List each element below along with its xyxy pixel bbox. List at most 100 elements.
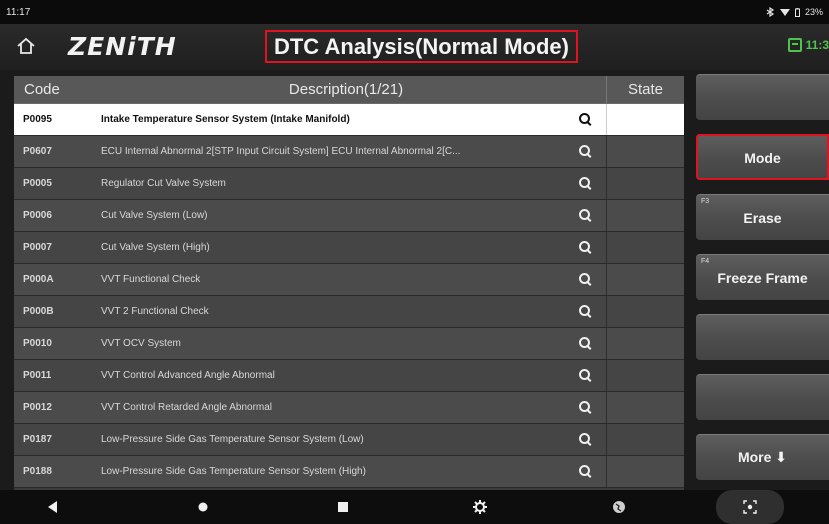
dtc-code: P0005 (23, 178, 52, 189)
table-row[interactable]: P0187 Low-Pressure Side Gas Temperature … (14, 424, 684, 456)
function-panel: Mode F3 Erase F4 Freeze Frame More ⬇ (696, 70, 829, 490)
dtc-state (606, 168, 684, 199)
recents-button[interactable] (328, 490, 358, 524)
freeze-frame-label: Freeze Frame (717, 269, 808, 286)
battery-icon (794, 7, 800, 17)
dtc-code: P0010 (23, 338, 52, 349)
dtc-description: VVT Functional Check (101, 274, 201, 285)
dtc-code: P0187 (23, 434, 52, 445)
table-row[interactable]: P000B VVT 2 Functional Check (14, 296, 684, 328)
page-title-box: DTC Analysis(Normal Mode) (265, 30, 578, 63)
dtc-code: P0006 (23, 210, 52, 221)
dtc-description: VVT OCV System (101, 338, 181, 349)
bluetooth-icon (766, 7, 775, 17)
mode-label: Mode (744, 149, 781, 166)
function-button-empty-1[interactable] (696, 74, 829, 120)
dtc-description: Low-Pressure Side Gas Temperature Sensor… (101, 434, 364, 445)
f3-key-label: F3 (701, 198, 710, 205)
dtc-code: P0011 (23, 370, 52, 381)
function-button-empty-3[interactable] (696, 374, 829, 420)
search-button[interactable] (564, 264, 606, 295)
app-header: ZENiTH DTC Analysis(Normal Mode) 11:3 (0, 24, 829, 70)
table-header: Code Description(1/21) State (14, 76, 684, 104)
table-row[interactable]: P0011 VVT Control Advanced Angle Abnorma… (14, 360, 684, 392)
dtc-description: VVT 2 Functional Check (101, 306, 209, 317)
dtc-state (606, 264, 684, 295)
table-row[interactable]: P000A VVT Functional Check (14, 264, 684, 296)
search-icon (578, 465, 592, 478)
dtc-description: Cut Valve System (High) (101, 242, 210, 253)
search-button[interactable] (564, 232, 606, 263)
mode-button[interactable]: Mode (696, 134, 829, 180)
search-button[interactable] (564, 168, 606, 199)
dtc-state (606, 104, 684, 135)
search-button[interactable] (564, 328, 606, 359)
dtc-description: Regulator Cut Valve System (101, 178, 226, 189)
wifi-icon (779, 8, 790, 16)
dtc-code: P0095 (23, 114, 52, 125)
search-button[interactable] (564, 136, 606, 167)
dtc-description: Low-Pressure Side Gas Temperature Sensor… (101, 466, 366, 477)
status-time: 11:17 (6, 6, 31, 18)
home-nav-button[interactable] (188, 490, 218, 524)
dtc-description: VVT Control Advanced Angle Abnormal (101, 370, 275, 381)
table-row[interactable]: P0012 VVT Control Retarded Angle Abnorma… (14, 392, 684, 424)
dtc-state (606, 136, 684, 167)
dtc-code: P0188 (23, 466, 52, 477)
status-icons: 23% (766, 7, 823, 17)
table-row[interactable]: P0006 Cut Valve System (Low) (14, 200, 684, 232)
search-icon (578, 241, 592, 254)
table-row[interactable]: P0188 Low-Pressure Side Gas Temperature … (14, 456, 684, 488)
search-button[interactable] (564, 200, 606, 231)
dtc-state (606, 360, 684, 391)
dtc-state (606, 328, 684, 359)
dtc-code: P0007 (23, 242, 52, 253)
search-icon (578, 337, 592, 350)
search-button[interactable] (564, 392, 606, 423)
search-button[interactable] (564, 104, 606, 135)
search-icon (578, 433, 592, 446)
f4-key-label: F4 (701, 258, 710, 265)
col-header-description: Description(1/21) (288, 81, 404, 98)
dtc-state (606, 296, 684, 327)
search-icon (578, 401, 592, 414)
table-row[interactable]: P0007 Cut Valve System (High) (14, 232, 684, 264)
calendar-icon (787, 38, 802, 52)
more-button[interactable]: More ⬇ (696, 434, 829, 480)
browser-button[interactable] (604, 490, 634, 524)
table-row[interactable]: P0005 Regulator Cut Valve System (14, 168, 684, 200)
function-button-empty-2[interactable] (696, 314, 829, 360)
battery-level: 23% (804, 7, 823, 17)
screenshot-icon (743, 500, 757, 514)
settings-button[interactable] (465, 490, 495, 524)
page-title: DTC Analysis(Normal Mode) (273, 33, 569, 59)
home-icon[interactable] (16, 36, 38, 58)
col-header-code: Code (24, 81, 60, 98)
vci-clock: 11:3 (805, 38, 829, 52)
gear-icon (473, 500, 487, 514)
screenshot-button[interactable] (716, 490, 784, 524)
col-header-state: State (606, 76, 684, 103)
dtc-state (606, 232, 684, 263)
search-button[interactable] (564, 296, 606, 327)
search-icon (578, 369, 592, 382)
dtc-state (606, 392, 684, 423)
vci-status: 11:3 (787, 38, 829, 52)
dtc-table: Code Description(1/21) State P0095 Intak… (14, 76, 684, 490)
search-button[interactable] (564, 424, 606, 455)
erase-button[interactable]: F3 Erase (696, 194, 829, 240)
table-row[interactable]: P0010 VVT OCV System (14, 328, 684, 360)
search-icon (578, 113, 592, 126)
search-icon (578, 145, 592, 158)
search-icon (578, 177, 592, 190)
erase-label: Erase (743, 209, 782, 226)
dtc-description: Intake Temperature Sensor System (Intake… (101, 114, 350, 125)
freeze-frame-button[interactable]: F4 Freeze Frame (696, 254, 829, 300)
search-button[interactable] (564, 456, 606, 487)
more-label: More ⬇ (737, 449, 788, 465)
search-button[interactable] (564, 360, 606, 391)
status-bar: 11:17 23% (0, 0, 829, 24)
table-row[interactable]: P0095 Intake Temperature Sensor System (… (14, 104, 684, 136)
table-row[interactable]: P0607 ECU Internal Abnormal 2[STP Input … (14, 136, 684, 168)
back-button[interactable] (38, 490, 68, 524)
